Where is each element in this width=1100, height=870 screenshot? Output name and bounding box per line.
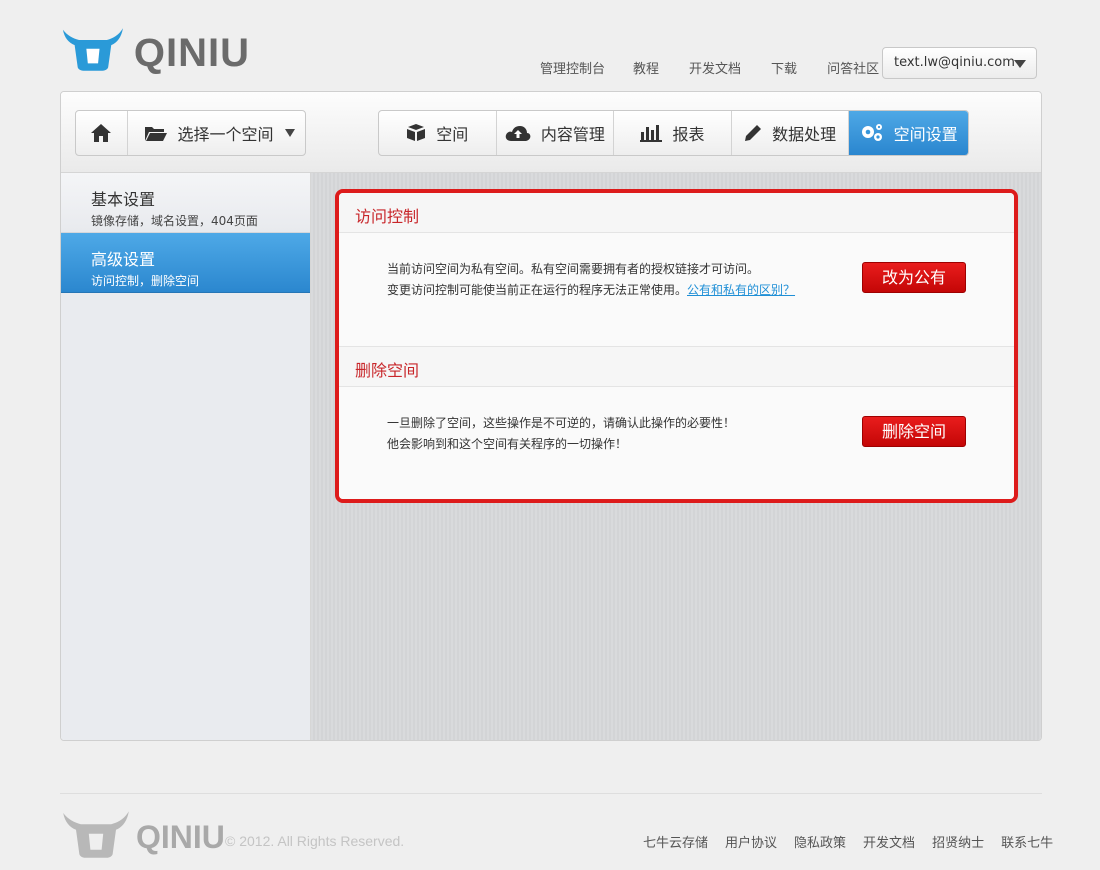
bull-logo-icon xyxy=(62,28,123,71)
sidebar-item-title: 高级设置 xyxy=(91,250,156,269)
delete-bucket-button[interactable]: 删除空间 xyxy=(862,416,966,447)
nav-community[interactable]: 问答社区 xyxy=(827,58,879,77)
sidebar-item-title: 基本设置 xyxy=(91,190,156,209)
main-tabs: 空间 内容管理 报表 数据处理 空间设置 xyxy=(378,110,969,156)
qiniu-logo[interactable]: QINIU xyxy=(60,16,250,80)
make-public-button[interactable]: 改为公有 xyxy=(862,262,966,293)
user-menu-dropdown[interactable]: text.lw@qiniu.com xyxy=(882,47,1037,79)
sidebar-item-advanced-settings[interactable]: 高级设置 访问控制，删除空间 xyxy=(61,233,310,293)
tab-bucket-settings-label: 空间设置 xyxy=(893,125,958,144)
user-email: text.lw@qiniu.com xyxy=(894,55,1015,70)
footer-logo-wordmark: QINIU xyxy=(136,818,225,855)
home-icon xyxy=(91,124,112,142)
access-control-title: 访问控制 xyxy=(339,193,1014,233)
home-button[interactable] xyxy=(76,111,128,155)
chevron-down-icon xyxy=(1014,60,1026,68)
delete-bucket-line2: 他会影响到和这个空间有关程序的一切操作！ xyxy=(387,437,628,451)
footer-nav: 七牛云存储 用户协议 隐私政策 开发文档 招贤纳士 联系七牛 xyxy=(643,832,1070,851)
tab-data-processing[interactable]: 数据处理 xyxy=(732,111,850,155)
tab-content-label: 内容管理 xyxy=(540,125,605,144)
gears-icon xyxy=(860,123,884,143)
box-icon xyxy=(406,124,426,142)
pencil-icon xyxy=(744,124,762,142)
tab-bucket-label: 空间 xyxy=(436,125,469,144)
bucket-select-label: 选择一个空间 xyxy=(177,125,274,144)
footer-link-privacy[interactable]: 隐私政策 xyxy=(794,832,846,851)
delete-bucket-description: 一旦删除了空间，这些操作是不可逆的，请确认此操作的必要性！ 他会影响到和这个空间… xyxy=(387,413,735,455)
nav-docs[interactable]: 开发文档 xyxy=(689,58,741,77)
public-private-diff-link[interactable]: 公有和私有的区别？ xyxy=(687,283,795,297)
copyright-text: © 2012. All Rights Reserved. xyxy=(225,833,405,849)
footer-link-user-agreement[interactable]: 用户协议 xyxy=(725,832,777,851)
footer-divider xyxy=(60,793,1042,794)
logo-wordmark: QINIU xyxy=(133,30,250,75)
advanced-settings-card: 访问控制 当前访问空间为私有空间。私有空间需要拥有者的授权链接才可访问。 变更访… xyxy=(335,189,1018,503)
bull-logo-icon xyxy=(63,811,129,858)
nav-console[interactable]: 管理控制台 xyxy=(540,58,605,77)
tab-reports-label: 报表 xyxy=(672,125,705,144)
content-area: 访问控制 当前访问空间为私有空间。私有空间需要拥有者的授权链接才可访问。 变更访… xyxy=(311,173,1041,740)
access-control-section: 当前访问空间为私有空间。私有空间需要拥有者的授权链接才可访问。 变更访问控制可能… xyxy=(339,233,1014,347)
footer-link-qiniu-storage[interactable]: 七牛云存储 xyxy=(643,832,708,851)
tab-data-processing-label: 数据处理 xyxy=(772,125,837,144)
delete-bucket-line1: 一旦删除了空间，这些操作是不可逆的，请确认此操作的必要性！ xyxy=(387,416,736,430)
footer-logo: QINIU xyxy=(60,808,225,858)
tab-bucket-settings[interactable]: 空间设置 xyxy=(849,111,968,155)
sidebar-item-basic-settings[interactable]: 基本设置 镜像存储，域名设置，404页面 xyxy=(61,173,310,233)
settings-sidebar: 基本设置 镜像存储，域名设置，404页面 高级设置 访问控制，删除空间 xyxy=(61,173,311,740)
nav-download[interactable]: 下载 xyxy=(771,58,797,77)
access-control-line1: 当前访问空间为私有空间。私有空间需要拥有者的授权链接才可访问。 xyxy=(387,262,760,276)
delete-bucket-section: 一旦删除了空间，这些操作是不可逆的，请确认此操作的必要性！ 他会影响到和这个空间… xyxy=(339,387,1014,499)
footer-link-docs[interactable]: 开发文档 xyxy=(863,832,915,851)
footer-link-contact[interactable]: 联系七牛 xyxy=(1001,832,1053,851)
access-control-description: 当前访问空间为私有空间。私有空间需要拥有者的授权链接才可访问。 变更访问控制可能… xyxy=(387,259,795,301)
cloud-upload-icon xyxy=(505,124,531,142)
toolbar: 选择一个空间 空间 内容管理 报表 数据处理 空间设置 xyxy=(61,92,1041,173)
caret-down-icon xyxy=(285,129,295,137)
tab-bucket[interactable]: 空间 xyxy=(379,111,497,155)
folder-icon xyxy=(144,124,168,142)
delete-bucket-title: 删除空间 xyxy=(339,347,1014,387)
sidebar-item-subtitle: 访问控制，删除空间 xyxy=(91,274,200,288)
tab-reports[interactable]: 报表 xyxy=(614,111,732,155)
top-nav: 管理控制台 教程 开发文档 下载 问答社区 xyxy=(540,58,909,77)
bucket-select-dropdown[interactable]: 选择一个空间 xyxy=(128,111,305,155)
bar-chart-icon xyxy=(640,124,663,142)
footer-link-careers[interactable]: 招贤纳士 xyxy=(932,832,984,851)
main-panel: 选择一个空间 空间 内容管理 报表 数据处理 空间设置 基本设置 镜像存储，域名… xyxy=(60,91,1042,741)
tab-content[interactable]: 内容管理 xyxy=(497,111,615,155)
nav-tutorial[interactable]: 教程 xyxy=(633,58,659,77)
access-control-line2: 变更访问控制可能使当前正在运行的程序无法正常使用。 xyxy=(387,283,688,297)
sidebar-item-subtitle: 镜像存储，域名设置，404页面 xyxy=(91,214,258,228)
bucket-nav-group: 选择一个空间 xyxy=(75,110,306,156)
